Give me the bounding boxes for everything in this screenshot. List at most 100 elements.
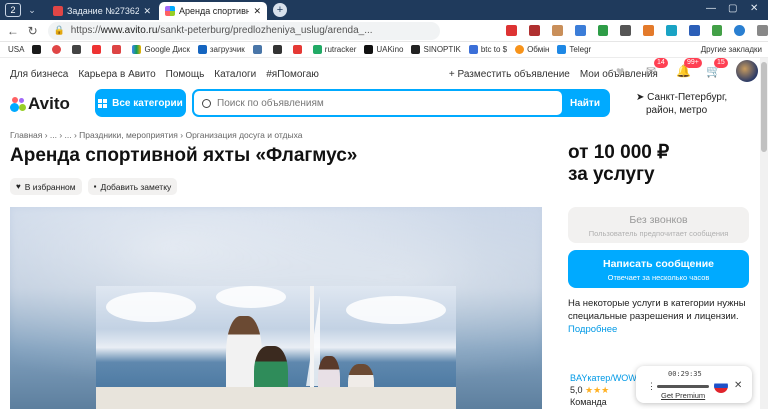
favorites-heart-icon[interactable]: ♥ <box>616 63 632 79</box>
all-categories-label: Все категории <box>112 97 183 109</box>
bookmark-item[interactable] <box>92 45 104 54</box>
close-tab-icon[interactable]: ✕ <box>253 6 261 17</box>
extension-icon[interactable] <box>666 25 677 36</box>
other-bookmarks[interactable]: Другие закладки <box>701 45 762 54</box>
close-icon[interactable]: ✕ <box>734 380 742 391</box>
google-drive-icon <box>132 45 142 54</box>
page-scrollbar[interactable] <box>760 58 768 409</box>
seller-name[interactable]: BAYкатер/WOW <box>570 372 637 384</box>
nav-help[interactable]: Помощь <box>166 69 205 80</box>
tab-task[interactable]: Задание №2736258 - про ✕ <box>47 2 157 20</box>
tab-menu-icon[interactable]: ⌄ <box>25 3 39 17</box>
telegram-icon <box>557 45 567 54</box>
bookmark-item[interactable] <box>32 45 44 54</box>
extension-icon[interactable] <box>574 25 586 36</box>
bookmark-item[interactable] <box>252 45 265 54</box>
location-selector[interactable]: ➤ Санкт-Петербург, район, метро <box>636 91 727 117</box>
get-premium-link[interactable]: Get Premium <box>661 391 705 400</box>
location-city: Санкт-Петербург, <box>647 92 728 103</box>
rating-stars-icon: ★★★ <box>585 385 610 395</box>
location-district: район, метро <box>646 105 708 116</box>
nav-career[interactable]: Карьера в Авито <box>78 69 155 80</box>
extension-icon[interactable] <box>620 25 632 36</box>
messages-icon[interactable]: ✉ 14 <box>646 58 668 78</box>
url-domain: www.avito.ru <box>100 25 158 36</box>
reload-icon[interactable]: ↻ <box>26 24 40 38</box>
avito-logo-icon <box>10 96 26 112</box>
nav-catalogs[interactable]: Каталоги <box>214 69 256 80</box>
extension-icon[interactable] <box>597 25 609 36</box>
scrollbar-thumb[interactable] <box>761 62 767 152</box>
tab-avito[interactable]: Аренда спортивной яхт ✕ <box>159 2 267 20</box>
messages-badge: 14 <box>654 58 668 68</box>
extension-icon[interactable] <box>688 25 700 36</box>
add-note-button[interactable]: ▪ Добавить заметку <box>87 178 178 195</box>
notifications-icon[interactable]: 🔔 99+ <box>676 58 702 78</box>
bookmark-item[interactable] <box>72 45 84 54</box>
close-window-icon[interactable]: ✕ <box>750 3 758 14</box>
bookmark-item[interactable]: Google Диск <box>132 45 190 54</box>
listing-photo[interactable] <box>96 286 456 409</box>
bookmark-item[interactable]: rutracker <box>312 45 356 54</box>
write-message-button[interactable]: Написать сообщение Отвечает за несколько… <box>568 250 749 288</box>
widget-progress-bar <box>657 385 709 388</box>
more-link[interactable]: Подробнее <box>568 323 754 336</box>
avatar[interactable] <box>736 60 758 82</box>
extension-icon[interactable] <box>552 25 563 36</box>
notifications-badge: 99+ <box>684 58 702 68</box>
search-input[interactable]: Поиск по объявлениям <box>194 91 562 115</box>
search-placeholder: Поиск по объявлениям <box>217 97 324 109</box>
russia-flag-icon[interactable] <box>714 379 728 393</box>
bookmark-item[interactable] <box>272 45 285 54</box>
close-tab-icon[interactable]: ✕ <box>143 6 151 17</box>
nav-for-business[interactable]: Для бизнеса <box>10 69 68 80</box>
flag-extension-icon[interactable] <box>506 25 518 36</box>
browser-tab-strip: 2 ⌄ Задание №2736258 - про ✕ Аренда спор… <box>0 0 768 20</box>
all-categories-button[interactable]: Все категории <box>95 89 186 117</box>
cart-icon[interactable]: 🛒 15 <box>706 58 728 78</box>
extension-icon[interactable] <box>643 25 654 36</box>
extension-icon[interactable] <box>734 25 746 36</box>
search-button[interactable]: Найти <box>562 91 608 115</box>
download-extension-icon[interactable] <box>711 25 723 36</box>
tab-title: Задание №2736258 - про <box>67 6 140 16</box>
bookmark-item[interactable]: SINOPTIK <box>411 45 461 54</box>
tab-count-button[interactable]: 2 <box>5 3 21 17</box>
bookmark-item[interactable]: загрузчик <box>197 45 245 54</box>
minimize-icon[interactable]: — <box>706 3 716 14</box>
extension-icon[interactable] <box>529 25 541 36</box>
seller-info[interactable]: BAYкатер/WOW 5,0 ★★★ Команда <box>570 372 637 408</box>
heart-icon: ♥ <box>16 182 21 191</box>
bookmark-item[interactable] <box>292 45 305 54</box>
bookmark-item[interactable]: USA <box>8 45 24 54</box>
user-icons: ♥ ✉ 14 🔔 99+ 🛒 15 <box>616 58 758 82</box>
price: от 10 000 ₽ за услугу <box>568 142 670 185</box>
youtube-icon <box>92 45 102 54</box>
cart-badge: 15 <box>714 58 728 68</box>
bookmark-item[interactable]: btc to $ <box>468 45 507 54</box>
widget-menu-icon[interactable]: ⋮ <box>647 381 656 392</box>
bookmark-item[interactable] <box>112 45 124 54</box>
maximize-icon[interactable]: ▢ <box>728 3 737 14</box>
no-calls-button[interactable]: Без звонков Пользователь предпочитает со… <box>568 207 749 243</box>
bookmark-item[interactable]: Telegr <box>557 45 591 54</box>
new-tab-button[interactable]: + <box>273 3 287 17</box>
lock-icon: 🔒 <box>53 25 65 35</box>
puzzle-icon[interactable] <box>757 25 768 36</box>
bookmarks-bar: USA Google Диск загрузчик rutracker UAKi… <box>0 42 768 58</box>
breadcrumb[interactable]: Главная › ... › ... › Праздники, меропри… <box>10 130 303 140</box>
bookmark-item[interactable]: Обмін <box>515 45 549 54</box>
url-field[interactable]: 🔒 https:// www.avito.ru /sankt-peterburg… <box>47 21 441 40</box>
back-icon[interactable]: ← <box>6 24 20 38</box>
uakino-icon <box>364 45 374 54</box>
bookmark-item[interactable] <box>52 45 64 54</box>
avito-logo[interactable]: Avito <box>10 94 70 114</box>
widget-timer: 00:29:35 <box>668 370 702 378</box>
favorite-button[interactable]: ♥ В избранном <box>10 178 82 195</box>
nav-i-help[interactable]: #яПомогаю <box>266 69 319 80</box>
bookmark-item[interactable]: UAKino <box>364 45 403 54</box>
bookmark-icon <box>292 45 302 54</box>
note-icon: ▪ <box>93 182 97 191</box>
post-ad-link[interactable]: + Разместить объявление <box>449 69 570 80</box>
photo-gallery[interactable] <box>10 207 542 409</box>
